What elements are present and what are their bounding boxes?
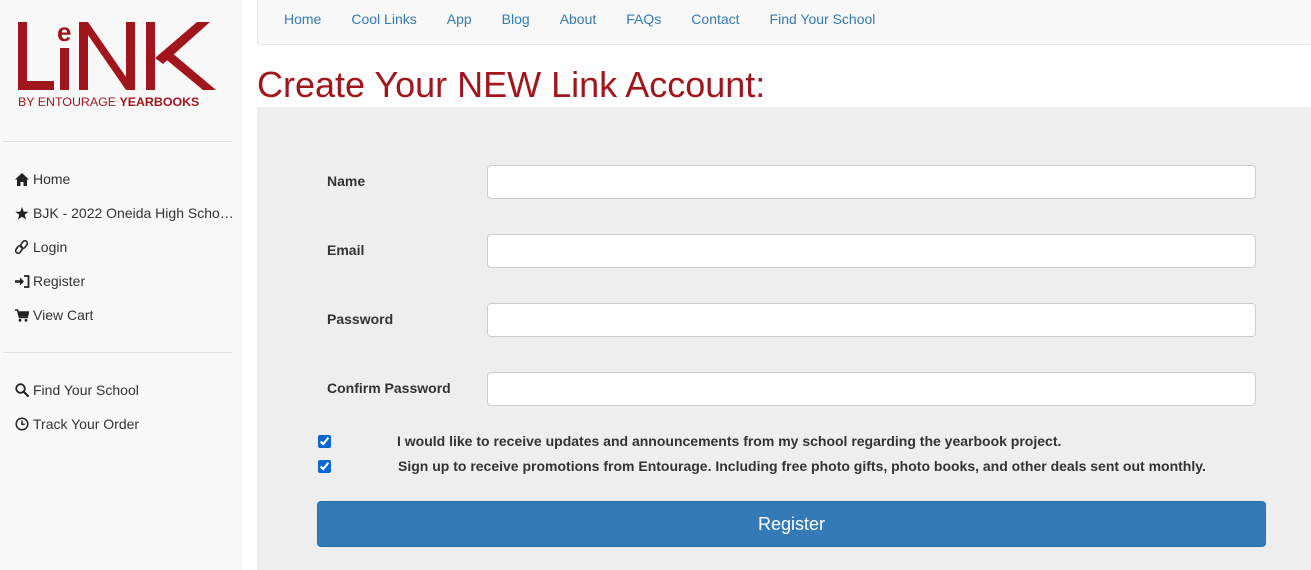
confirm-password-label: Confirm Password — [327, 380, 451, 396]
sidebar: e BY ENTOURAGE YEARBOOKS Home BJK - 2022… — [0, 0, 241, 570]
email-field-row: Email — [327, 234, 1256, 268]
school-updates-row: I would like to receive updates and anno… — [317, 433, 1277, 451]
home-icon — [15, 172, 31, 186]
nav-about[interactable]: About — [545, 11, 612, 27]
sidebar-item-label: BJK - 2022 Oneida High School Yearbook — [33, 205, 239, 221]
password-label: Password — [327, 311, 394, 327]
nav-blog[interactable]: Blog — [487, 11, 545, 27]
sidebar-item-label: Login — [33, 239, 68, 255]
register-button[interactable]: Register — [317, 501, 1266, 547]
nav-app[interactable]: App — [432, 11, 487, 27]
star-icon — [15, 206, 31, 220]
sidebar-divider — [3, 352, 232, 353]
sidebar-item-track-order[interactable]: Track Your Order — [15, 414, 239, 434]
sidebar-item-view-cart[interactable]: View Cart — [15, 305, 239, 325]
nav-cool-links[interactable]: Cool Links — [336, 11, 431, 27]
sidebar-item-label: Find Your School — [33, 382, 139, 398]
link-icon — [15, 240, 31, 254]
nav-faqs[interactable]: FAQs — [611, 11, 676, 27]
cart-icon — [15, 308, 31, 322]
sidebar-item-login[interactable]: Login — [15, 237, 239, 257]
name-field-row: Name — [327, 165, 1256, 199]
sidebar-item-register[interactable]: Register — [15, 271, 239, 291]
confirm-password-input[interactable] — [487, 372, 1256, 406]
page-title: Create Your NEW Link Account: — [257, 64, 766, 105]
sidebar-divider — [3, 141, 232, 142]
link-logo-graphic: e BY ENTOURAGE YEARBOOKS — [18, 17, 216, 109]
school-updates-checkbox[interactable] — [318, 435, 331, 448]
email-input[interactable] — [487, 234, 1256, 268]
nav-home[interactable]: Home — [269, 11, 336, 27]
sidebar-item-label: Home — [33, 171, 71, 187]
promotions-row: Sign up to receive promotions from Entou… — [317, 458, 1277, 476]
name-label: Name — [327, 173, 366, 189]
school-updates-label: I would like to receive updates and anno… — [397, 433, 1062, 449]
sidebar-item-yearbook[interactable]: BJK - 2022 Oneida High School Yearbook — [15, 203, 239, 223]
sidebar-item-label: Register — [33, 273, 86, 289]
email-label: Email — [327, 242, 365, 258]
sidebar-item-home[interactable]: Home — [15, 169, 239, 189]
nav-contact[interactable]: Contact — [676, 11, 754, 27]
password-field-row: Password — [327, 303, 1256, 337]
link-logo[interactable]: e BY ENTOURAGE YEARBOOKS — [17, 14, 219, 110]
sign-in-icon — [15, 274, 31, 288]
sidebar-item-label: Track Your Order — [33, 416, 140, 432]
password-input[interactable] — [487, 303, 1256, 337]
sidebar-item-find-school[interactable]: Find Your School — [15, 380, 239, 400]
nav-find-your-school[interactable]: Find Your School — [755, 11, 891, 27]
svg-text:e: e — [57, 17, 71, 47]
top-navbar: Home Cool Links App Blog About FAQs Cont… — [257, 0, 1311, 45]
name-input[interactable] — [487, 165, 1256, 199]
search-icon — [15, 383, 31, 397]
confirm-password-field-row: Confirm Password — [327, 372, 1256, 406]
clock-icon — [15, 417, 31, 431]
svg-text:BY ENTOURAGE YEARBOOKS: BY ENTOURAGE YEARBOOKS — [18, 95, 199, 109]
register-form-panel: Name Email Password Confirm Password I w… — [257, 107, 1311, 570]
promotions-label: Sign up to receive promotions from Entou… — [398, 458, 1206, 474]
promotions-checkbox[interactable] — [318, 460, 331, 473]
sidebar-item-label: View Cart — [33, 307, 94, 323]
